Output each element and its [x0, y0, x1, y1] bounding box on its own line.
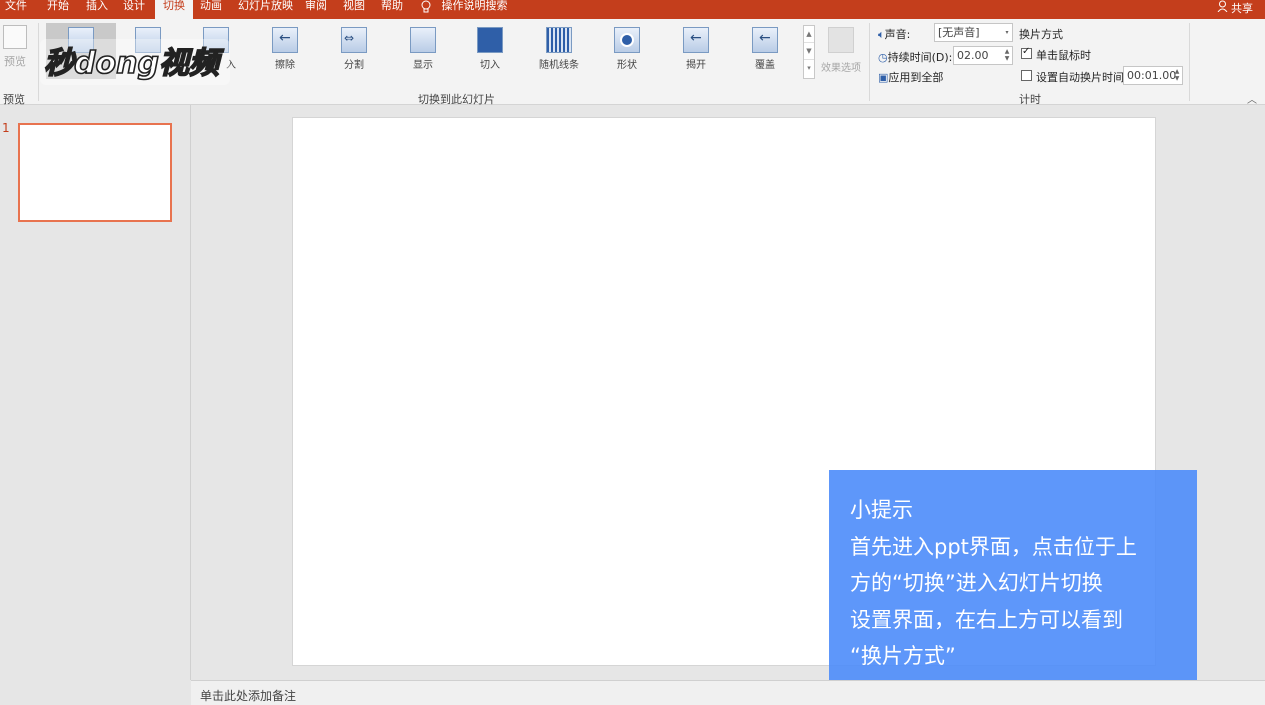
after-time-stepper[interactable]: 00:01.00 ▲ ▼ [1123, 66, 1183, 85]
after-time-label: 设置自动换片时间: [1036, 71, 1128, 84]
tip-line: 首先进入ppt界面，点击位于上 [850, 534, 1137, 559]
tab-slideshow[interactable]: 幻灯片放映 [238, 0, 293, 19]
tab-transitions[interactable]: 切换 [155, 0, 193, 19]
speaker-icon: 🔈︎ [878, 28, 885, 41]
tell-me-search[interactable]: 操作说明搜索 [420, 0, 508, 13]
tip-overlay: 小提示 首先进入ppt界面，点击位于上 方的“切换”进入幻灯片切换 设置界面，在… [829, 470, 1197, 680]
transition-shape[interactable]: 形状 [595, 23, 659, 79]
tab-file[interactable]: 文件 [5, 0, 27, 19]
stepper-arrows-icon[interactable]: ▲ ▼ [1003, 48, 1011, 63]
transition-cut-label: 切入 [480, 60, 500, 71]
shape-circle-icon [614, 27, 640, 53]
transition-wipe-label: 擦除 [275, 60, 295, 71]
sound-dropdown[interactable]: [无声音] ▾ [934, 23, 1013, 42]
effect-options-label: 效果选项 [821, 63, 861, 74]
slide-thumbnails-pane: 1 [0, 105, 191, 680]
transition-cut[interactable]: 切入 [458, 23, 522, 79]
tab-design[interactable]: 设计 [123, 0, 145, 19]
random-bars-icon [546, 27, 572, 53]
gallery-more-icon[interactable]: ▾ [804, 60, 814, 77]
tab-home[interactable]: 开始 [47, 0, 69, 19]
collapse-ribbon-icon[interactable]: ︿ [1247, 91, 1257, 106]
tell-me-label: 操作说明搜索 [441, 0, 508, 12]
transition-reveal[interactable]: 显示 [391, 23, 455, 79]
tip-line: “换片方式” [850, 644, 956, 668]
miaodong-logo: 秒dong视频 [40, 39, 230, 85]
transition-split-label: 分割 [344, 60, 364, 71]
lightbulb-icon [421, 0, 431, 13]
transition-shape-label: 形状 [617, 60, 637, 71]
timing-group-label: 计时 [1019, 93, 1041, 106]
slide-number: 1 [2, 121, 10, 135]
duration-label: ◷持续时间(D): [878, 51, 953, 64]
transition-random-bars[interactable]: 随机线条 [527, 23, 591, 79]
after-time-arrows-icon[interactable]: ▲ ▼ [1173, 68, 1181, 83]
effect-options-icon [828, 27, 854, 53]
tip-line: 设置界面，在右上方可以看到 [850, 607, 1123, 632]
cut-icon [477, 27, 503, 53]
uncover-arrow-icon: ← [683, 27, 709, 53]
notes-placeholder: 单击此处添加备注 [200, 689, 297, 703]
tip-line: 方的“切换”进入幻灯片切换 [850, 571, 1103, 595]
clock-icon: ◷ [878, 51, 888, 64]
wipe-arrow-icon: ← [272, 27, 298, 53]
scroll-up-icon[interactable]: ▲ [804, 26, 814, 43]
transition-uncover-label: 揭开 [686, 60, 706, 71]
tab-insert[interactable]: 插入 [86, 0, 108, 19]
tab-view[interactable]: 视图 [343, 0, 365, 19]
notes-pane[interactable]: 单击此处添加备注 [191, 680, 1265, 705]
sound-label: 🔈︎声音: [878, 28, 911, 41]
share-label: 共享 [1231, 2, 1253, 15]
slide-thumbnail[interactable] [18, 123, 172, 222]
advance-slide-title: 换片方式 [1019, 28, 1063, 41]
transition-cover[interactable]: ← 覆盖 [733, 23, 797, 79]
tab-review[interactable]: 审阅 [305, 0, 327, 19]
reveal-icon [410, 27, 436, 53]
tip-title: 小提示 [850, 498, 913, 522]
duration-stepper[interactable]: 02.00 ▲ ▼ [953, 46, 1013, 65]
person-icon [1217, 0, 1227, 13]
transition-wipe[interactable]: ← 擦除 [253, 23, 317, 79]
after-time-checkbox[interactable] [1021, 70, 1032, 81]
tab-help[interactable]: 帮助 [381, 0, 403, 19]
transitions-group-label: 切换到此幻灯片 [418, 93, 495, 106]
transition-split[interactable]: ⇔ 分割 [322, 23, 386, 79]
preview-label: 预览 [4, 55, 26, 68]
menu-bar: 文件 开始 插入 设计 切换 动画 幻灯片放映 审阅 视图 帮助 操作说明搜索 … [0, 0, 1265, 19]
effect-options-button[interactable]: 效果选项 [818, 23, 864, 93]
transition-cover-label: 覆盖 [755, 60, 775, 71]
apply-all-icon: ▣ [878, 71, 889, 84]
transition-reveal-label: 显示 [413, 60, 433, 71]
tab-animations[interactable]: 动画 [200, 0, 222, 19]
share-button[interactable]: 共享 [1217, 0, 1253, 15]
on-mouse-click-checkbox[interactable] [1021, 46, 1032, 59]
cover-arrow-icon: ← [752, 27, 778, 53]
on-mouse-click-label: 单击鼠标时 [1036, 49, 1091, 62]
gallery-scrollbar[interactable]: ▲ ▼ ▾ [803, 25, 815, 79]
preview-icon [3, 25, 27, 49]
preview-button[interactable]: 预览 [0, 23, 30, 79]
transition-random-bars-label: 随机线条 [539, 60, 579, 71]
split-arrows-icon: ⇔ [341, 27, 367, 53]
transition-uncover[interactable]: ← 揭开 [664, 23, 728, 79]
apply-all-button[interactable]: ▣应用到全部 [878, 69, 943, 85]
dropdown-chevron-icon: ▾ [1005, 29, 1009, 36]
logo-text: 秒dong视频 [44, 46, 225, 81]
scroll-down-icon[interactable]: ▼ [804, 43, 814, 60]
